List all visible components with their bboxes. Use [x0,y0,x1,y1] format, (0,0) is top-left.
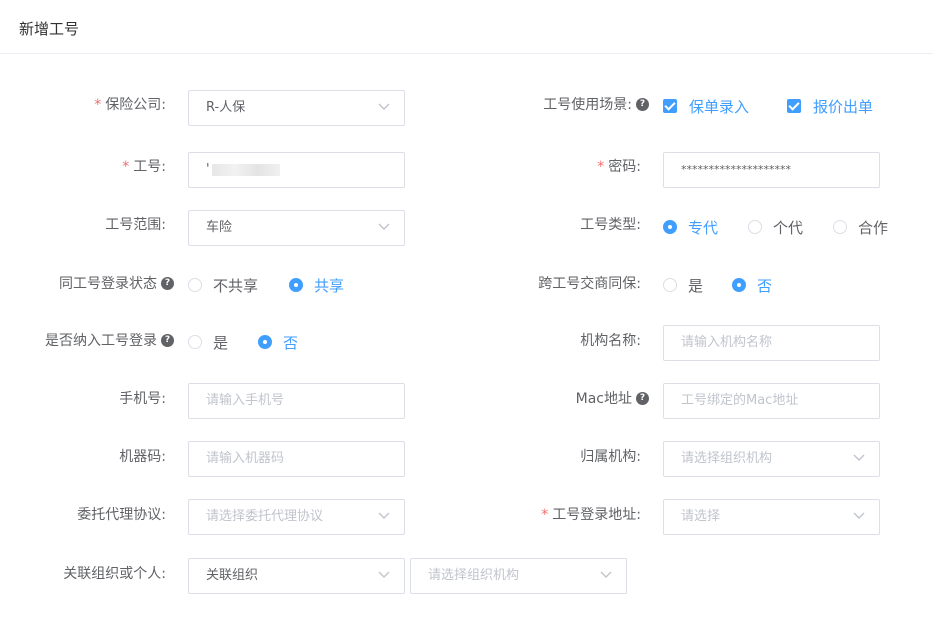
relate-type-select[interactable]: 关联组织 [188,558,405,594]
chevron-down-icon [378,571,390,578]
check-icon[interactable] [787,98,801,113]
relate-org-placeholder: 请选择组织机构 [428,568,520,583]
belong-org-placeholder: 请选择组织机构 [681,451,773,466]
scope-select-value: 车险 [206,220,233,235]
insurer-select[interactable]: R-人保 [188,90,405,126]
required-mark: * [122,159,130,175]
relate-org-select[interactable]: 请选择组织机构 [410,558,627,594]
question-circle-icon[interactable]: ? [161,333,174,347]
chevron-down-icon [600,571,612,578]
question-circle-icon[interactable]: ? [636,97,649,111]
question-circle-icon[interactable]: ? [636,391,649,405]
radio-checked[interactable] [258,334,272,349]
mac-placeholder: 工号绑定的Mac地址 [681,393,799,408]
check-icon[interactable] [663,98,677,113]
radio-unchecked[interactable] [663,277,677,292]
type-option-special[interactable]: 专代 [663,216,718,238]
mac-label: Mac地址? [576,388,649,410]
required-mark: * [541,507,549,523]
relate-label: 关联组织或个人: [63,566,166,582]
login-state-label: 同工号登录状态? [59,273,174,295]
chevron-down-icon [378,103,390,110]
scene-label: 工号使用场景:? [543,94,649,116]
phone-input[interactable]: 请输入手机号 [188,383,405,419]
machine-input[interactable]: 请输入机器码 [188,441,405,477]
account-input[interactable]: ' [188,152,405,188]
account-input-value: ' [206,162,210,177]
scene-option-quote[interactable]: 报价出单 [787,95,873,117]
required-mark: * [94,97,102,113]
account-label: * 工号: [122,159,166,175]
page-title: 新增工号 [19,20,80,38]
masked-value [211,163,280,176]
include-login-label: 是否纳入工号登录? [45,330,174,352]
scene-option-policy[interactable]: 保单录入 [663,95,749,117]
org-name-placeholder: 请输入机构名称 [681,335,773,350]
phone-label: 手机号: [119,391,166,407]
login-state-option-not-shared[interactable]: 不共享 [188,274,258,296]
login-addr-placeholder: 请选择 [681,509,721,524]
chevron-down-icon [378,512,390,519]
type-option-cooperation[interactable]: 合作 [833,216,888,238]
machine-label: 机器码: [119,449,166,465]
chevron-down-icon [853,512,865,519]
mac-input[interactable]: 工号绑定的Mac地址 [663,383,880,419]
password-label: * 密码: [597,159,641,175]
radio-checked[interactable] [663,219,677,234]
belong-org-select[interactable]: 请选择组织机构 [663,441,880,477]
belong-org-label: 归属机构: [580,449,641,465]
insurer-label: * 保险公司: [94,97,166,113]
include-login-option-no[interactable]: 否 [258,331,298,353]
chevron-down-icon [378,223,390,230]
scope-select[interactable]: 车险 [188,210,405,246]
insurer-select-value: R-人保 [206,100,246,115]
machine-placeholder: 请输入机器码 [206,451,285,466]
page-header: 新增工号 [0,0,933,54]
login-addr-select[interactable]: 请选择 [663,499,880,535]
relate-type-value: 关联组织 [206,568,259,583]
phone-placeholder: 请输入手机号 [206,393,285,408]
cross-guarantee-option-yes[interactable]: 是 [663,274,703,296]
radio-unchecked[interactable] [188,334,202,349]
cross-guarantee-option-no[interactable]: 否 [732,274,772,296]
login-state-option-shared[interactable]: 共享 [289,274,344,296]
type-option-individual[interactable]: 个代 [748,216,803,238]
agreement-placeholder: 请选择委托代理协议 [206,509,324,524]
org-name-label: 机构名称: [580,333,641,349]
radio-checked[interactable] [732,277,746,292]
type-label: 工号类型: [580,217,641,233]
radio-unchecked[interactable] [188,277,202,292]
login-addr-label: * 工号登录地址: [541,507,641,523]
cross-guarantee-label: 跨工号交商同保: [538,276,641,292]
chevron-down-icon [853,454,865,461]
radio-unchecked[interactable] [833,219,847,234]
scope-label: 工号范围: [105,217,166,233]
agreement-select[interactable]: 请选择委托代理协议 [188,499,405,535]
password-input-value: ******************** [681,163,791,176]
password-input[interactable]: ******************** [663,152,880,188]
radio-checked[interactable] [289,277,303,292]
include-login-option-yes[interactable]: 是 [188,331,228,353]
radio-unchecked[interactable] [748,219,762,234]
required-mark: * [597,159,605,175]
question-circle-icon[interactable]: ? [161,276,174,290]
agreement-label: 委托代理协议: [77,507,166,523]
org-name-input[interactable]: 请输入机构名称 [663,325,880,361]
